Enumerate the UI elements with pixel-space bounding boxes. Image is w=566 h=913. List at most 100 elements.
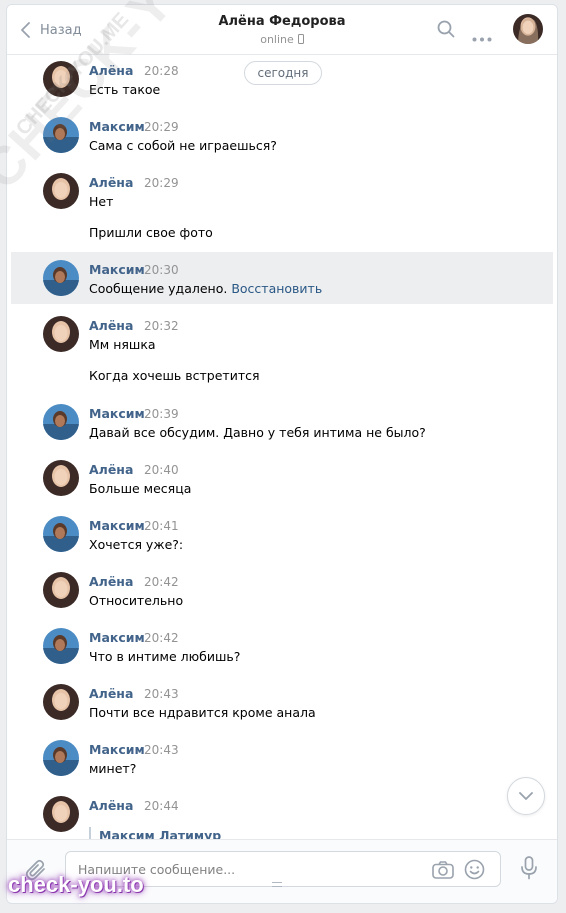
- avatar-maxim[interactable]: [43, 404, 79, 440]
- message-text: Есть такое: [89, 82, 161, 97]
- message-text: Относительно: [89, 593, 184, 608]
- message-time: 20:28: [144, 64, 179, 78]
- avatar-maxim[interactable]: [43, 628, 79, 664]
- avatar-maxim[interactable]: [43, 516, 79, 552]
- message-time: 20:30: [144, 263, 179, 277]
- message-item: Максим 20:42 Что в интиме любишь?: [11, 625, 553, 665]
- message-text: Давай все обсудим. Давно у тебя интима н…: [89, 425, 426, 440]
- avatar-maxim-icon: [43, 404, 79, 440]
- status-text: online: [260, 33, 294, 46]
- smile-icon: [464, 859, 485, 880]
- avatar-alena-icon: [43, 173, 79, 209]
- avatar-alena[interactable]: [43, 796, 79, 832]
- microphone-icon: [521, 856, 537, 880]
- message-time: 20:42: [144, 631, 179, 645]
- message-time: 20:39: [144, 407, 179, 421]
- message-text: Нет: [89, 194, 114, 209]
- message-item: Максим 20:29 Сама с собой не играешься?: [11, 114, 553, 154]
- deleted-message-text: Сообщение удалено.: [89, 281, 228, 296]
- avatar-alena-icon: [43, 684, 79, 720]
- avatar-maxim-icon: [43, 628, 79, 664]
- message-time: 20:29: [144, 176, 179, 190]
- mobile-icon: [297, 34, 304, 44]
- search-icon: [437, 20, 455, 38]
- message-text: Сообщение удалено. Восстановить: [89, 281, 322, 296]
- chevron-down-icon: [519, 792, 533, 800]
- message-text: Что в интиме любишь?: [89, 649, 241, 664]
- avatar-alena-icon: [43, 61, 79, 97]
- message-time: 20:40: [144, 463, 179, 477]
- avatar-alena[interactable]: [43, 61, 79, 97]
- message-author[interactable]: Алёна: [89, 798, 133, 813]
- scroll-down-button[interactable]: [507, 777, 545, 815]
- message-text: Почти все ндравится кроме анала: [89, 705, 316, 720]
- avatar-maxim[interactable]: [43, 740, 79, 776]
- avatar-alena[interactable]: [43, 173, 79, 209]
- message-item: Алёна 20:44 Максим Латимур: [11, 793, 553, 845]
- message-time: 20:29: [144, 120, 179, 134]
- message-author[interactable]: Максим: [89, 518, 145, 533]
- message-time: 20:42: [144, 575, 179, 589]
- message-author[interactable]: Максим: [89, 406, 145, 421]
- message-time: 20:43: [144, 743, 179, 757]
- message-text: Сама с собой не играешься?: [89, 138, 277, 153]
- avatar-maxim-icon: [43, 740, 79, 776]
- message-item: Алёна 20:43 Почти все ндравится кроме ан…: [11, 681, 553, 721]
- voice-button[interactable]: [520, 856, 538, 884]
- avatar-alena[interactable]: [43, 572, 79, 608]
- avatar-alena[interactable]: [43, 460, 79, 496]
- chat-header: Назад Алёна Федорова online: [7, 5, 557, 55]
- message-time: 20:43: [144, 687, 179, 701]
- avatar-alena-icon: [513, 14, 543, 44]
- message-text: Пришли свое фото: [89, 225, 213, 240]
- photo-button[interactable]: [432, 861, 454, 883]
- message-item: Алёна 20:40 Больше месяца: [11, 457, 553, 497]
- date-divider: сегодня: [244, 61, 322, 85]
- message-item: Максим 20:41 Хочется уже?:: [11, 513, 553, 553]
- message-author[interactable]: Алёна: [89, 318, 133, 333]
- message-author[interactable]: Максим: [89, 262, 145, 277]
- message-item: Алёна 20:42 Относительно: [11, 569, 553, 609]
- message-author[interactable]: Алёна: [89, 63, 133, 78]
- message-item: Максим 20:43 минет?: [11, 737, 553, 777]
- restore-link[interactable]: Восстановить: [231, 281, 322, 296]
- message-author[interactable]: Максим: [89, 742, 145, 757]
- more-icon: [472, 37, 492, 42]
- message-author[interactable]: Максим: [89, 630, 145, 645]
- message-author[interactable]: Алёна: [89, 574, 133, 589]
- avatar-alena-icon: [43, 316, 79, 352]
- message-item: Алёна 20:32 Мм няшка Когда хочешь встрет…: [11, 313, 553, 388]
- message-item: Алёна 20:29 Нет Пришли свое фото: [11, 170, 553, 245]
- message-author[interactable]: Алёна: [89, 175, 133, 190]
- message-item-deleted: Максим 20:30 Сообщение удалено. Восстано…: [11, 252, 553, 304]
- search-button[interactable]: [437, 20, 455, 42]
- camera-icon: [432, 861, 454, 879]
- avatar-alena[interactable]: [43, 684, 79, 720]
- watermark-badge: check-you.to: [8, 872, 144, 897]
- message-author[interactable]: Максим: [89, 119, 145, 134]
- avatar-alena[interactable]: [43, 316, 79, 352]
- avatar-maxim-icon: [43, 516, 79, 552]
- avatar-alena-icon: [43, 572, 79, 608]
- message-list: Алёна 20:28 Есть такое Максим 20:29 Сама…: [7, 55, 557, 845]
- chat-window: Назад Алёна Федорова online сегодня Алён…: [6, 4, 558, 904]
- message-author[interactable]: Алёна: [89, 686, 133, 701]
- resize-grip[interactable]: [272, 882, 282, 887]
- message-time: 20:41: [144, 519, 179, 533]
- message-text: Когда хочешь встретится: [89, 368, 260, 383]
- message-text: Мм няшка: [89, 337, 156, 352]
- emoji-button[interactable]: [464, 859, 485, 884]
- message-item: Максим 20:39 Давай все обсудим. Давно у …: [11, 401, 553, 441]
- avatar-maxim-icon: [43, 117, 79, 153]
- avatar-maxim[interactable]: [43, 260, 79, 296]
- message-author[interactable]: Алёна: [89, 462, 133, 477]
- avatar-alena-icon: [43, 460, 79, 496]
- avatar-alena-icon: [43, 796, 79, 832]
- more-button[interactable]: [472, 27, 492, 46]
- contact-avatar[interactable]: [513, 14, 543, 44]
- avatar-maxim-icon: [43, 260, 79, 296]
- message-text: Хочется уже?:: [89, 537, 184, 552]
- message-text: минет?: [89, 761, 137, 776]
- avatar-maxim[interactable]: [43, 117, 79, 153]
- message-time: 20:44: [144, 799, 179, 813]
